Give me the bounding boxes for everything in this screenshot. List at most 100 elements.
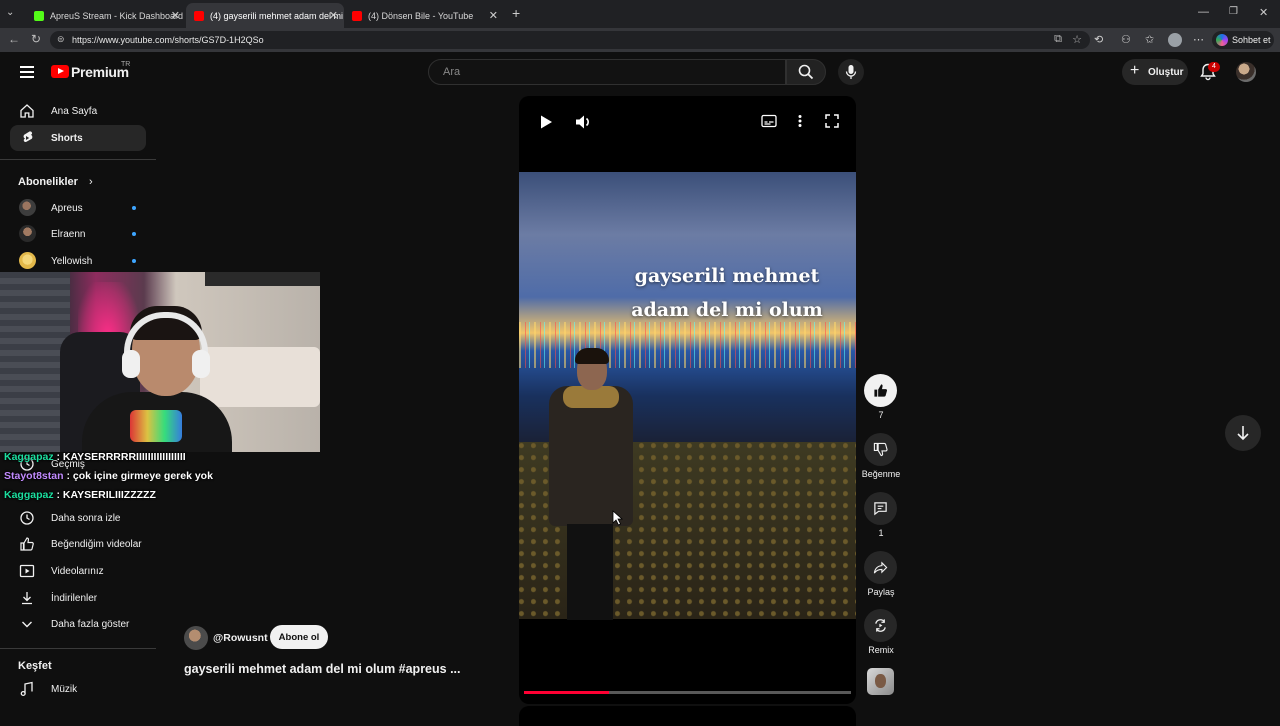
tab-close-icon[interactable]: ✕	[329, 9, 338, 22]
extensions-icon[interactable]: ⟲	[1094, 33, 1103, 46]
share-icon	[873, 561, 888, 574]
search-input[interactable]: Ara	[428, 59, 786, 85]
tab-label: (4) gayserili mehmet adam del mi	[210, 10, 344, 21]
chat-message: Kaggapaz : KAYSERILIIIZZZZZ	[4, 489, 156, 501]
mouse-cursor-icon	[612, 510, 624, 526]
more-options-icon[interactable]	[797, 114, 803, 128]
sidebar-item-label: Müzik	[51, 683, 78, 695]
short-description[interactable]: gayserili mehmet adam del mi olum #apreu…	[184, 662, 461, 676]
sidebar-item-label: İndirilenler	[51, 592, 98, 604]
sidebar-item-downloads[interactable]: İndirilenler	[10, 585, 146, 611]
rgb-microphone	[130, 410, 182, 442]
video-icon	[19, 564, 35, 578]
shorts-player[interactable]: gayserili mehmet adam del mi olum	[519, 96, 856, 704]
site-info-icon[interactable]: ⊜	[57, 34, 65, 45]
play-icon[interactable]	[539, 114, 553, 130]
remix-button[interactable]	[864, 609, 897, 642]
hair	[575, 348, 609, 364]
app-install-icon[interactable]: ⧉	[1054, 33, 1062, 46]
create-label: Oluştur	[1148, 66, 1184, 78]
create-button[interactable]: + Oluştur	[1122, 59, 1188, 85]
dislike-label: Beğenme	[861, 469, 901, 479]
thumb-up-icon	[874, 384, 888, 397]
legs	[567, 524, 613, 620]
video-frame	[519, 172, 856, 620]
captions-icon[interactable]	[761, 114, 777, 128]
sidebar-item-your-videos[interactable]: Videolarınız	[10, 558, 146, 584]
chevron-down-icon	[22, 621, 32, 628]
copilot-chat-button[interactable]: Sohbet et	[1212, 31, 1274, 49]
channel-avatar[interactable]	[184, 626, 208, 650]
remix-label: Remix	[868, 645, 894, 655]
browser-address-bar: ← ↻ ⊜ https://www.youtube.com/shorts/GS7…	[0, 28, 1280, 52]
volume-icon[interactable]	[575, 114, 593, 130]
person-in-video	[541, 348, 633, 620]
search-button[interactable]	[786, 59, 826, 85]
avatar	[19, 252, 36, 269]
sound-thumbnail[interactable]	[867, 668, 894, 695]
comment-count: 1	[878, 528, 884, 538]
performance-icon[interactable]: ⚇	[1121, 33, 1131, 46]
progress-bar-fill	[524, 691, 610, 694]
menu-hamburger-icon[interactable]	[20, 66, 34, 78]
arrow-down-icon	[1237, 426, 1249, 441]
streamer-webcam-overlay	[0, 272, 320, 452]
voice-search-button[interactable]	[838, 59, 864, 85]
new-content-dot	[132, 232, 136, 236]
copilot-label: Sohbet et	[1232, 35, 1271, 45]
home-icon	[20, 104, 34, 118]
account-avatar[interactable]	[1236, 62, 1256, 82]
headset-earcup-left	[122, 350, 140, 378]
sidebar-item-watch-later[interactable]: Daha sonra izle	[10, 505, 146, 531]
tab-donsen-bile[interactable]: (4) Dönsen Bile - YouTube ✕	[344, 3, 504, 28]
sidebar-item-shorts[interactable]: Shorts	[10, 125, 146, 151]
minimize-icon[interactable]: —	[1198, 6, 1209, 18]
subscribe-button[interactable]: Abone ol	[270, 625, 328, 649]
sidebar-item-label: Elraenn	[51, 228, 86, 240]
window-close-icon[interactable]: ✕	[1259, 6, 1268, 19]
shorts-icon	[23, 131, 33, 143]
tab-close-icon[interactable]: ✕	[489, 9, 498, 22]
sidebar-item-home[interactable]: Ana Sayfa	[10, 98, 146, 124]
new-tab-plus-icon[interactable]: +	[512, 5, 520, 21]
restore-icon[interactable]: ❐	[1229, 6, 1238, 17]
sidebar-item-label: Beğendiğim videolar	[51, 538, 142, 550]
comments-button[interactable]	[864, 492, 897, 525]
music-icon	[20, 681, 33, 697]
sidebar-item-yellowish[interactable]: Yellowish	[10, 248, 146, 274]
share-button[interactable]	[864, 551, 897, 584]
fullscreen-icon[interactable]	[825, 114, 839, 128]
sidebar-divider	[0, 648, 156, 649]
sidebar-item-apreus[interactable]: Apreus	[10, 195, 146, 221]
tab-close-icon[interactable]: ✕	[171, 9, 180, 22]
youtube-favicon-icon	[352, 10, 362, 21]
profile-icon[interactable]	[1168, 33, 1182, 47]
favorites-icon[interactable]: ✩	[1145, 33, 1154, 46]
tab-current-short[interactable]: (4) gayserili mehmet adam del mi ✕	[186, 3, 344, 28]
browser-tab-bar: ⌄ ApreuS Stream - Kick Dashboard ✕ (4) g…	[0, 0, 1280, 28]
reload-icon[interactable]: ↻	[31, 32, 41, 46]
favorite-star-icon[interactable]: ☆	[1072, 33, 1082, 46]
channel-name[interactable]: @Rowusnt	[213, 632, 268, 644]
sidebar-item-elraenn[interactable]: Elraenn	[10, 221, 146, 247]
sidebar-item-liked-videos[interactable]: Beğendiğim videolar	[10, 531, 146, 557]
tab-list-chevron-icon[interactable]: ⌄	[6, 7, 14, 18]
chat-text: : KAYSERRRRRIIIIIIIIIIIIIIIII	[56, 451, 186, 463]
subscriptions-heading[interactable]: Abonelikler ›	[18, 176, 93, 188]
notification-count-badge: 4	[1208, 62, 1220, 72]
like-button[interactable]	[864, 374, 897, 407]
sidebar-item-music[interactable]: Müzik	[10, 676, 146, 702]
tab-kick-dashboard[interactable]: ApreuS Stream - Kick Dashboard ✕	[26, 3, 186, 28]
next-short-button[interactable]	[1225, 415, 1261, 451]
video-overlay-text-line1: gayserili mehmet	[634, 265, 820, 287]
dislike-button[interactable]	[864, 433, 897, 466]
chat-message: Kaggapaz : KAYSERRRRRIIIIIIIIIIIIIIIII	[4, 451, 186, 463]
sidebar-item-show-more[interactable]: Daha fazla göster	[10, 611, 146, 637]
back-arrow-icon[interactable]: ←	[8, 32, 20, 46]
more-menu-icon[interactable]: ⋯	[1193, 33, 1204, 46]
url-field[interactable]: ⊜ https://www.youtube.com/shorts/GS7D-1H…	[50, 31, 1090, 49]
youtube-logo-icon[interactable]	[51, 65, 69, 78]
new-content-dot	[132, 206, 136, 210]
progress-bar[interactable]	[524, 691, 851, 694]
youtube-favicon-icon	[194, 10, 204, 21]
